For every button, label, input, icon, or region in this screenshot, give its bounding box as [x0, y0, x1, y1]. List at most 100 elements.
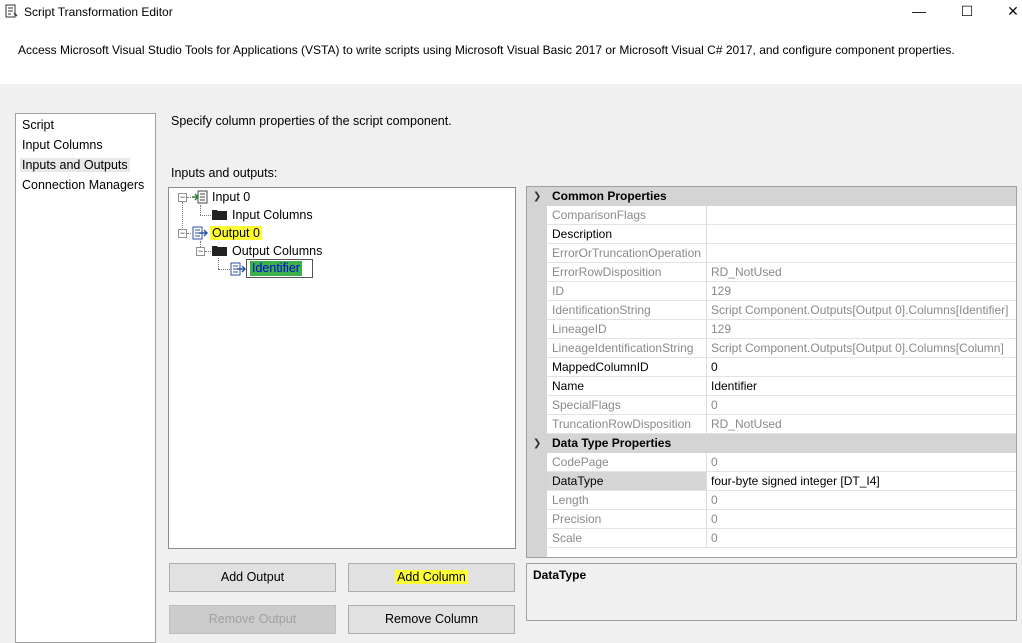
add-column-label: Add Column	[395, 570, 468, 584]
tree-connector	[200, 205, 201, 215]
tree-node-output-label: Output 0	[210, 226, 262, 240]
property-row[interactable]: LineageID 129	[547, 320, 1016, 339]
maximize-button[interactable]: ☐	[944, 0, 990, 24]
property-value[interactable]: 129	[711, 282, 1016, 300]
property-value[interactable]: 0	[711, 510, 1016, 528]
property-name: Precision	[547, 510, 707, 528]
script-editor-icon	[5, 4, 18, 18]
property-name: TruncationRowDisposition	[547, 415, 707, 433]
property-value[interactable]: Script Component.Outputs[Output 0].Colum…	[711, 301, 1016, 319]
column-rename-input[interactable]: Identifier	[246, 259, 313, 278]
chevron-down-icon[interactable]: ❯	[533, 434, 541, 453]
property-row[interactable]: SpecialFlags 0	[547, 396, 1016, 415]
property-name: SpecialFlags	[547, 396, 707, 414]
nav-item-inputs-and-outputs[interactable]: Inputs and Outputs	[20, 158, 130, 172]
property-name: ComparisonFlags	[547, 206, 707, 224]
property-value[interactable]: 0	[711, 396, 1016, 414]
tree-connector	[187, 233, 191, 234]
property-value[interactable]	[711, 244, 1016, 262]
property-name: DataType	[547, 472, 707, 490]
minimize-button[interactable]: —	[896, 0, 942, 24]
property-row[interactable]: LineageIdentificationString Script Compon…	[547, 339, 1016, 358]
property-value[interactable]: RD_NotUsed	[711, 263, 1016, 281]
remove-output-button[interactable]: Remove Output	[169, 605, 336, 634]
property-row[interactable]: Name Identifier	[547, 377, 1016, 396]
property-value[interactable]: 129	[711, 320, 1016, 338]
header-description: Access Microsoft Visual Studio Tools for…	[18, 43, 955, 57]
tree-node-output[interactable]: Output 0	[210, 225, 262, 241]
collapse-icon[interactable]: −	[196, 247, 205, 256]
add-column-button[interactable]: Add Column	[348, 563, 515, 592]
property-value[interactable]: 0	[711, 358, 1016, 376]
folder-icon	[212, 246, 227, 256]
header-panel: Access Microsoft Visual Studio Tools for…	[0, 26, 1022, 84]
category-data-type-properties[interactable]: ❯ Data Type Properties	[527, 434, 1016, 453]
title-bar: Script Transformation Editor — ☐ ✕	[0, 0, 1022, 26]
category-common-properties[interactable]: ❯ Common Properties	[527, 187, 1016, 206]
property-name: LineageIdentificationString	[547, 339, 707, 357]
property-row[interactable]: CodePage 0	[547, 453, 1016, 472]
remove-column-button[interactable]: Remove Column	[348, 605, 515, 634]
property-name: CodePage	[547, 453, 707, 471]
tree-node-input[interactable]: Input 0	[212, 189, 250, 205]
collapse-icon[interactable]: −	[178, 229, 187, 238]
chevron-down-icon[interactable]: ❯	[533, 187, 541, 206]
property-row[interactable]: ErrorRowDisposition RD_NotUsed	[547, 263, 1016, 282]
pane-description: Specify column properties of the script …	[171, 114, 452, 128]
window-title: Script Transformation Editor	[24, 5, 173, 19]
property-name: Description	[547, 225, 707, 243]
property-name: Name	[547, 377, 707, 395]
inputs-outputs-label: Inputs and outputs:	[171, 166, 278, 180]
folder-icon	[212, 210, 227, 220]
close-button[interactable]: ✕	[990, 0, 1022, 24]
property-value[interactable]	[711, 206, 1016, 224]
property-name: Length	[547, 491, 707, 509]
property-name: MappedColumnID	[547, 358, 707, 376]
property-name: ErrorRowDisposition	[547, 263, 707, 281]
property-row-selected[interactable]: DataType four-byte signed integer [DT_I4]	[547, 472, 1016, 491]
column-icon	[230, 262, 246, 276]
property-value[interactable]: 0	[711, 529, 1016, 547]
tree-node-input-columns[interactable]: Input Columns	[232, 207, 313, 223]
inputs-outputs-tree[interactable]: − Input 0 Input Columns − Output 0 − Out…	[168, 187, 516, 549]
tree-connector	[218, 258, 219, 269]
property-row[interactable]: IdentificationString Script Component.Out…	[547, 301, 1016, 320]
property-value[interactable]: RD_NotUsed	[711, 415, 1016, 433]
property-name: IdentificationString	[547, 301, 707, 319]
property-description-title: DataType	[533, 568, 587, 582]
input-icon	[192, 190, 208, 204]
property-name: ErrorOrTruncationOperation	[547, 244, 707, 262]
output-icon	[192, 226, 208, 240]
tree-connector	[187, 197, 191, 198]
add-output-button[interactable]: Add Output	[169, 563, 336, 592]
property-row[interactable]: ID 129	[547, 282, 1016, 301]
property-row[interactable]: ErrorOrTruncationOperation	[547, 244, 1016, 263]
tree-node-output-columns[interactable]: Output Columns	[232, 243, 322, 259]
property-value[interactable]: 0	[711, 453, 1016, 471]
property-row[interactable]: TruncationRowDisposition RD_NotUsed	[547, 415, 1016, 434]
property-value[interactable]: Script Component.Outputs[Output 0].Colum…	[711, 339, 1016, 357]
properties-grid[interactable]: ❯ Common Properties ComparisonFlags Desc…	[526, 186, 1017, 558]
property-row[interactable]: MappedColumnID 0	[547, 358, 1016, 377]
grid-gutter	[527, 206, 547, 434]
nav-item-script[interactable]: Script	[22, 118, 54, 132]
property-row[interactable]: Precision 0	[547, 510, 1016, 529]
property-row[interactable]: ComparisonFlags	[547, 206, 1016, 225]
property-description-panel: DataType	[526, 563, 1017, 621]
grid-gutter	[527, 453, 547, 557]
property-value[interactable]	[711, 225, 1016, 243]
property-name: LineageID	[547, 320, 707, 338]
property-value[interactable]: Identifier	[711, 377, 1016, 395]
property-value[interactable]: four-byte signed integer [DT_I4]	[711, 472, 1016, 490]
page-navigation-list[interactable]: Script Input Columns Inputs and Outputs …	[15, 113, 156, 643]
property-name: ID	[547, 282, 707, 300]
property-name: Scale	[547, 529, 707, 547]
nav-item-connection-managers[interactable]: Connection Managers	[22, 178, 144, 192]
property-value[interactable]: 0	[711, 491, 1016, 509]
nav-item-input-columns[interactable]: Input Columns	[22, 138, 103, 152]
property-row[interactable]: Description	[547, 225, 1016, 244]
column-rename-selection: Identifier	[250, 261, 302, 276]
property-row[interactable]: Length 0	[547, 491, 1016, 510]
property-row[interactable]: Scale 0	[547, 529, 1016, 548]
collapse-icon[interactable]: −	[178, 193, 187, 202]
